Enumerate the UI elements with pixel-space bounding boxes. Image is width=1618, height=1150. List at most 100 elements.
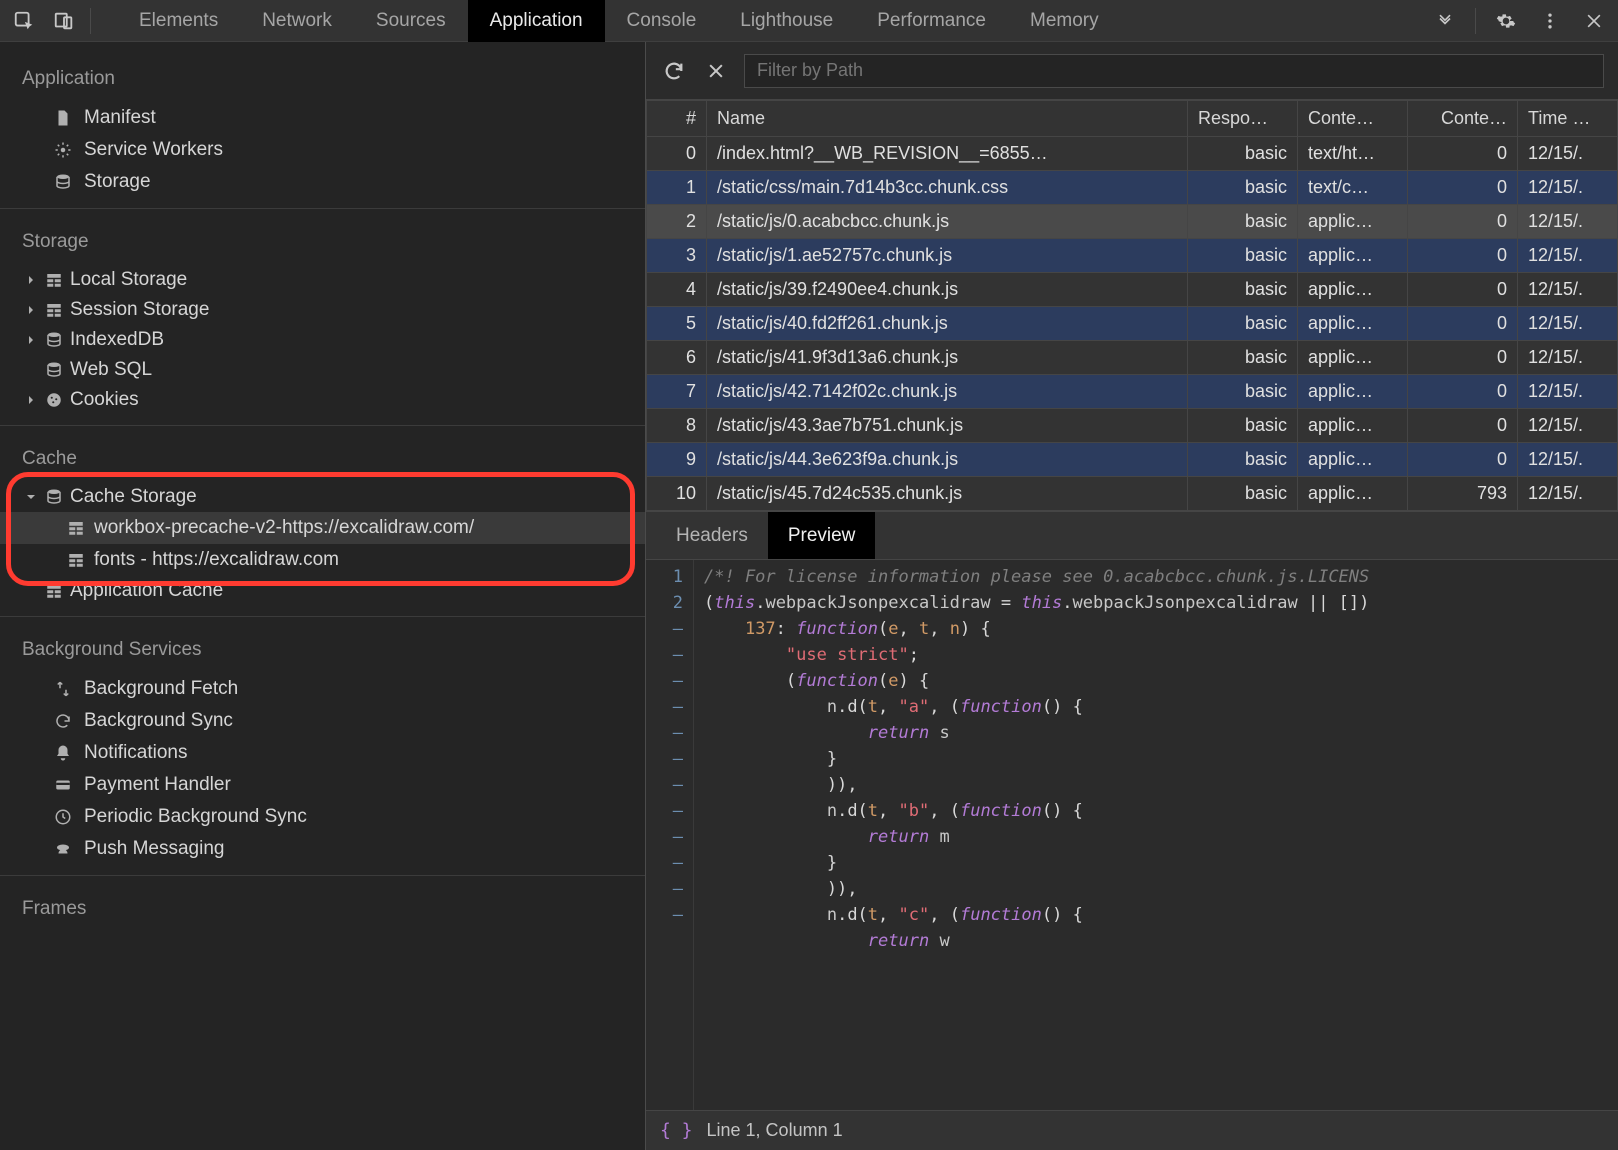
tab-network[interactable]: Network xyxy=(240,0,354,42)
cell-ctype: applic… xyxy=(1298,443,1408,477)
col-3[interactable]: Conte… xyxy=(1298,101,1408,137)
cookie-icon xyxy=(44,390,64,410)
reload-icon[interactable] xyxy=(660,57,688,85)
tab-lighthouse[interactable]: Lighthouse xyxy=(718,0,855,42)
col-0[interactable]: # xyxy=(647,101,707,137)
sidebar-item-periodic-background-sync[interactable]: Periodic Background Sync xyxy=(0,801,645,833)
sidebar-group-cache: Cache xyxy=(0,436,645,482)
cache-table: #NameRespo…Conte…Conte…Time … 0/index.ht… xyxy=(646,100,1618,512)
kebab-icon[interactable] xyxy=(1532,1,1568,41)
table-row[interactable]: 7/static/js/42.7142f02c.chunk.jsbasicapp… xyxy=(647,375,1618,409)
cell-time: 12/15/. xyxy=(1518,239,1618,273)
table-row[interactable]: 9/static/js/44.3e623f9a.chunk.jsbasicapp… xyxy=(647,443,1618,477)
sidebar-item-notifications[interactable]: Notifications xyxy=(0,737,645,769)
tab-console[interactable]: Console xyxy=(605,0,719,42)
tab-sources[interactable]: Sources xyxy=(354,0,468,42)
sidebar-item-background-fetch[interactable]: Background Fetch xyxy=(0,673,645,705)
sidebar-item-manifest[interactable]: Manifest xyxy=(0,102,645,134)
cell-response: basic xyxy=(1188,239,1298,273)
gear-icon[interactable] xyxy=(1488,1,1524,41)
table-row[interactable]: 1/static/css/main.7d14b3cc.chunk.cssbasi… xyxy=(647,171,1618,205)
sidebar-item-indexeddb[interactable]: IndexedDB xyxy=(0,325,645,355)
cell-ctype: text/c… xyxy=(1298,171,1408,205)
tab-memory[interactable]: Memory xyxy=(1008,0,1121,42)
cell-clen: 0 xyxy=(1408,137,1518,171)
cache-detail-panel: #NameRespo…Conte…Conte…Time … 0/index.ht… xyxy=(646,42,1618,1150)
cell-name: /static/js/42.7142f02c.chunk.js xyxy=(707,375,1188,409)
code-body[interactable]: /*! For license information please see 0… xyxy=(694,560,1618,1110)
detail-tab-headers[interactable]: Headers xyxy=(656,512,768,559)
sidebar-item-label: Service Workers xyxy=(84,139,223,161)
cell-clen: 793 xyxy=(1408,477,1518,511)
cell-index: 6 xyxy=(647,341,707,375)
sidebar-item-cache-entry-1[interactable]: fonts - https://excalidraw.com xyxy=(0,544,645,576)
table-row[interactable]: 0/index.html?__WB_REVISION__=6855…basict… xyxy=(647,137,1618,171)
sidebar-group-application: Application xyxy=(0,56,645,102)
cell-index: 7 xyxy=(647,375,707,409)
table-row[interactable]: 6/static/js/41.9f3d13a6.chunk.jsbasicapp… xyxy=(647,341,1618,375)
table-row[interactable]: 10/static/js/45.7d24c535.chunk.jsbasicap… xyxy=(647,477,1618,511)
inspect-element-icon[interactable] xyxy=(6,1,42,41)
col-4[interactable]: Conte… xyxy=(1408,101,1518,137)
cell-time: 12/15/. xyxy=(1518,409,1618,443)
database-icon xyxy=(44,360,64,380)
sidebar-item-cache-entry-0[interactable]: workbox-precache-v2-https://excalidraw.c… xyxy=(0,512,645,544)
divider xyxy=(0,875,645,876)
sidebar-item-local-storage[interactable]: Local Storage xyxy=(0,265,645,295)
cell-ctype: applic… xyxy=(1298,341,1408,375)
cell-name: /static/js/0.acabcbcc.chunk.js xyxy=(707,205,1188,239)
tab-elements[interactable]: Elements xyxy=(117,0,240,42)
pretty-print-icon[interactable]: { } xyxy=(660,1120,693,1141)
cell-response: basic xyxy=(1188,375,1298,409)
cell-response: basic xyxy=(1188,205,1298,239)
cell-name: /static/js/43.3ae7b751.chunk.js xyxy=(707,409,1188,443)
tab-performance[interactable]: Performance xyxy=(855,0,1008,42)
sidebar-item-payment-handler[interactable]: Payment Handler xyxy=(0,769,645,801)
table-row[interactable]: 5/static/js/40.fd2ff261.chunk.jsbasicapp… xyxy=(647,307,1618,341)
cell-name: /static/js/1.ae52757c.chunk.js xyxy=(707,239,1188,273)
devtools-topbar: ElementsNetworkSourcesApplicationConsole… xyxy=(0,0,1618,42)
cell-name: /static/js/40.fd2ff261.chunk.js xyxy=(707,307,1188,341)
sidebar-item-service-workers[interactable]: Service Workers xyxy=(0,134,645,166)
sidebar-item-web-sql[interactable]: Web SQL xyxy=(0,355,645,385)
sidebar-item-label: Manifest xyxy=(84,107,156,129)
more-tabs-icon[interactable] xyxy=(1427,1,1463,41)
sidebar-item-label: Web SQL xyxy=(70,359,152,381)
filter-input[interactable] xyxy=(744,54,1604,88)
sidebar-item-application-cache[interactable]: Application Cache xyxy=(0,576,645,606)
table-row[interactable]: 2/static/js/0.acabcbcc.chunk.jsbasicappl… xyxy=(647,205,1618,239)
col-1[interactable]: Name xyxy=(707,101,1188,137)
detail-tab-preview[interactable]: Preview xyxy=(768,512,876,559)
cell-clen: 0 xyxy=(1408,375,1518,409)
cell-index: 4 xyxy=(647,273,707,307)
cell-response: basic xyxy=(1188,409,1298,443)
response-detail-tabs: HeadersPreview xyxy=(646,512,1618,560)
col-5[interactable]: Time … xyxy=(1518,101,1618,137)
cell-clen: 0 xyxy=(1408,307,1518,341)
cell-ctype: applic… xyxy=(1298,477,1408,511)
tab-application[interactable]: Application xyxy=(468,0,605,42)
sidebar-item-cookies[interactable]: Cookies xyxy=(0,385,645,415)
cell-index: 10 xyxy=(647,477,707,511)
cell-clen: 0 xyxy=(1408,205,1518,239)
cell-response: basic xyxy=(1188,341,1298,375)
close-icon[interactable] xyxy=(1576,1,1612,41)
sidebar-item-cache-storage[interactable]: Cache Storage xyxy=(0,482,645,512)
database-icon xyxy=(52,171,74,193)
table-row[interactable]: 8/static/js/43.3ae7b751.chunk.jsbasicapp… xyxy=(647,409,1618,443)
sidebar-item-background-sync[interactable]: Background Sync xyxy=(0,705,645,737)
sidebar-item-push-messaging[interactable]: Push Messaging xyxy=(0,833,645,865)
clear-icon[interactable] xyxy=(702,57,730,85)
sidebar-item-session-storage[interactable]: Session Storage xyxy=(0,295,645,325)
cell-clen: 0 xyxy=(1408,409,1518,443)
col-2[interactable]: Respo… xyxy=(1188,101,1298,137)
sidebar-item-storage[interactable]: Storage xyxy=(0,166,645,198)
sidebar-item-label: fonts - https://excalidraw.com xyxy=(94,549,339,571)
device-toggle-icon[interactable] xyxy=(46,1,82,41)
push-messaging-icon xyxy=(52,838,74,860)
cell-time: 12/15/. xyxy=(1518,375,1618,409)
sidebar-group-storage: Storage xyxy=(0,219,645,265)
divider xyxy=(0,208,645,209)
table-row[interactable]: 4/static/js/39.f2490ee4.chunk.jsbasicapp… xyxy=(647,273,1618,307)
table-row[interactable]: 3/static/js/1.ae52757c.chunk.jsbasicappl… xyxy=(647,239,1618,273)
